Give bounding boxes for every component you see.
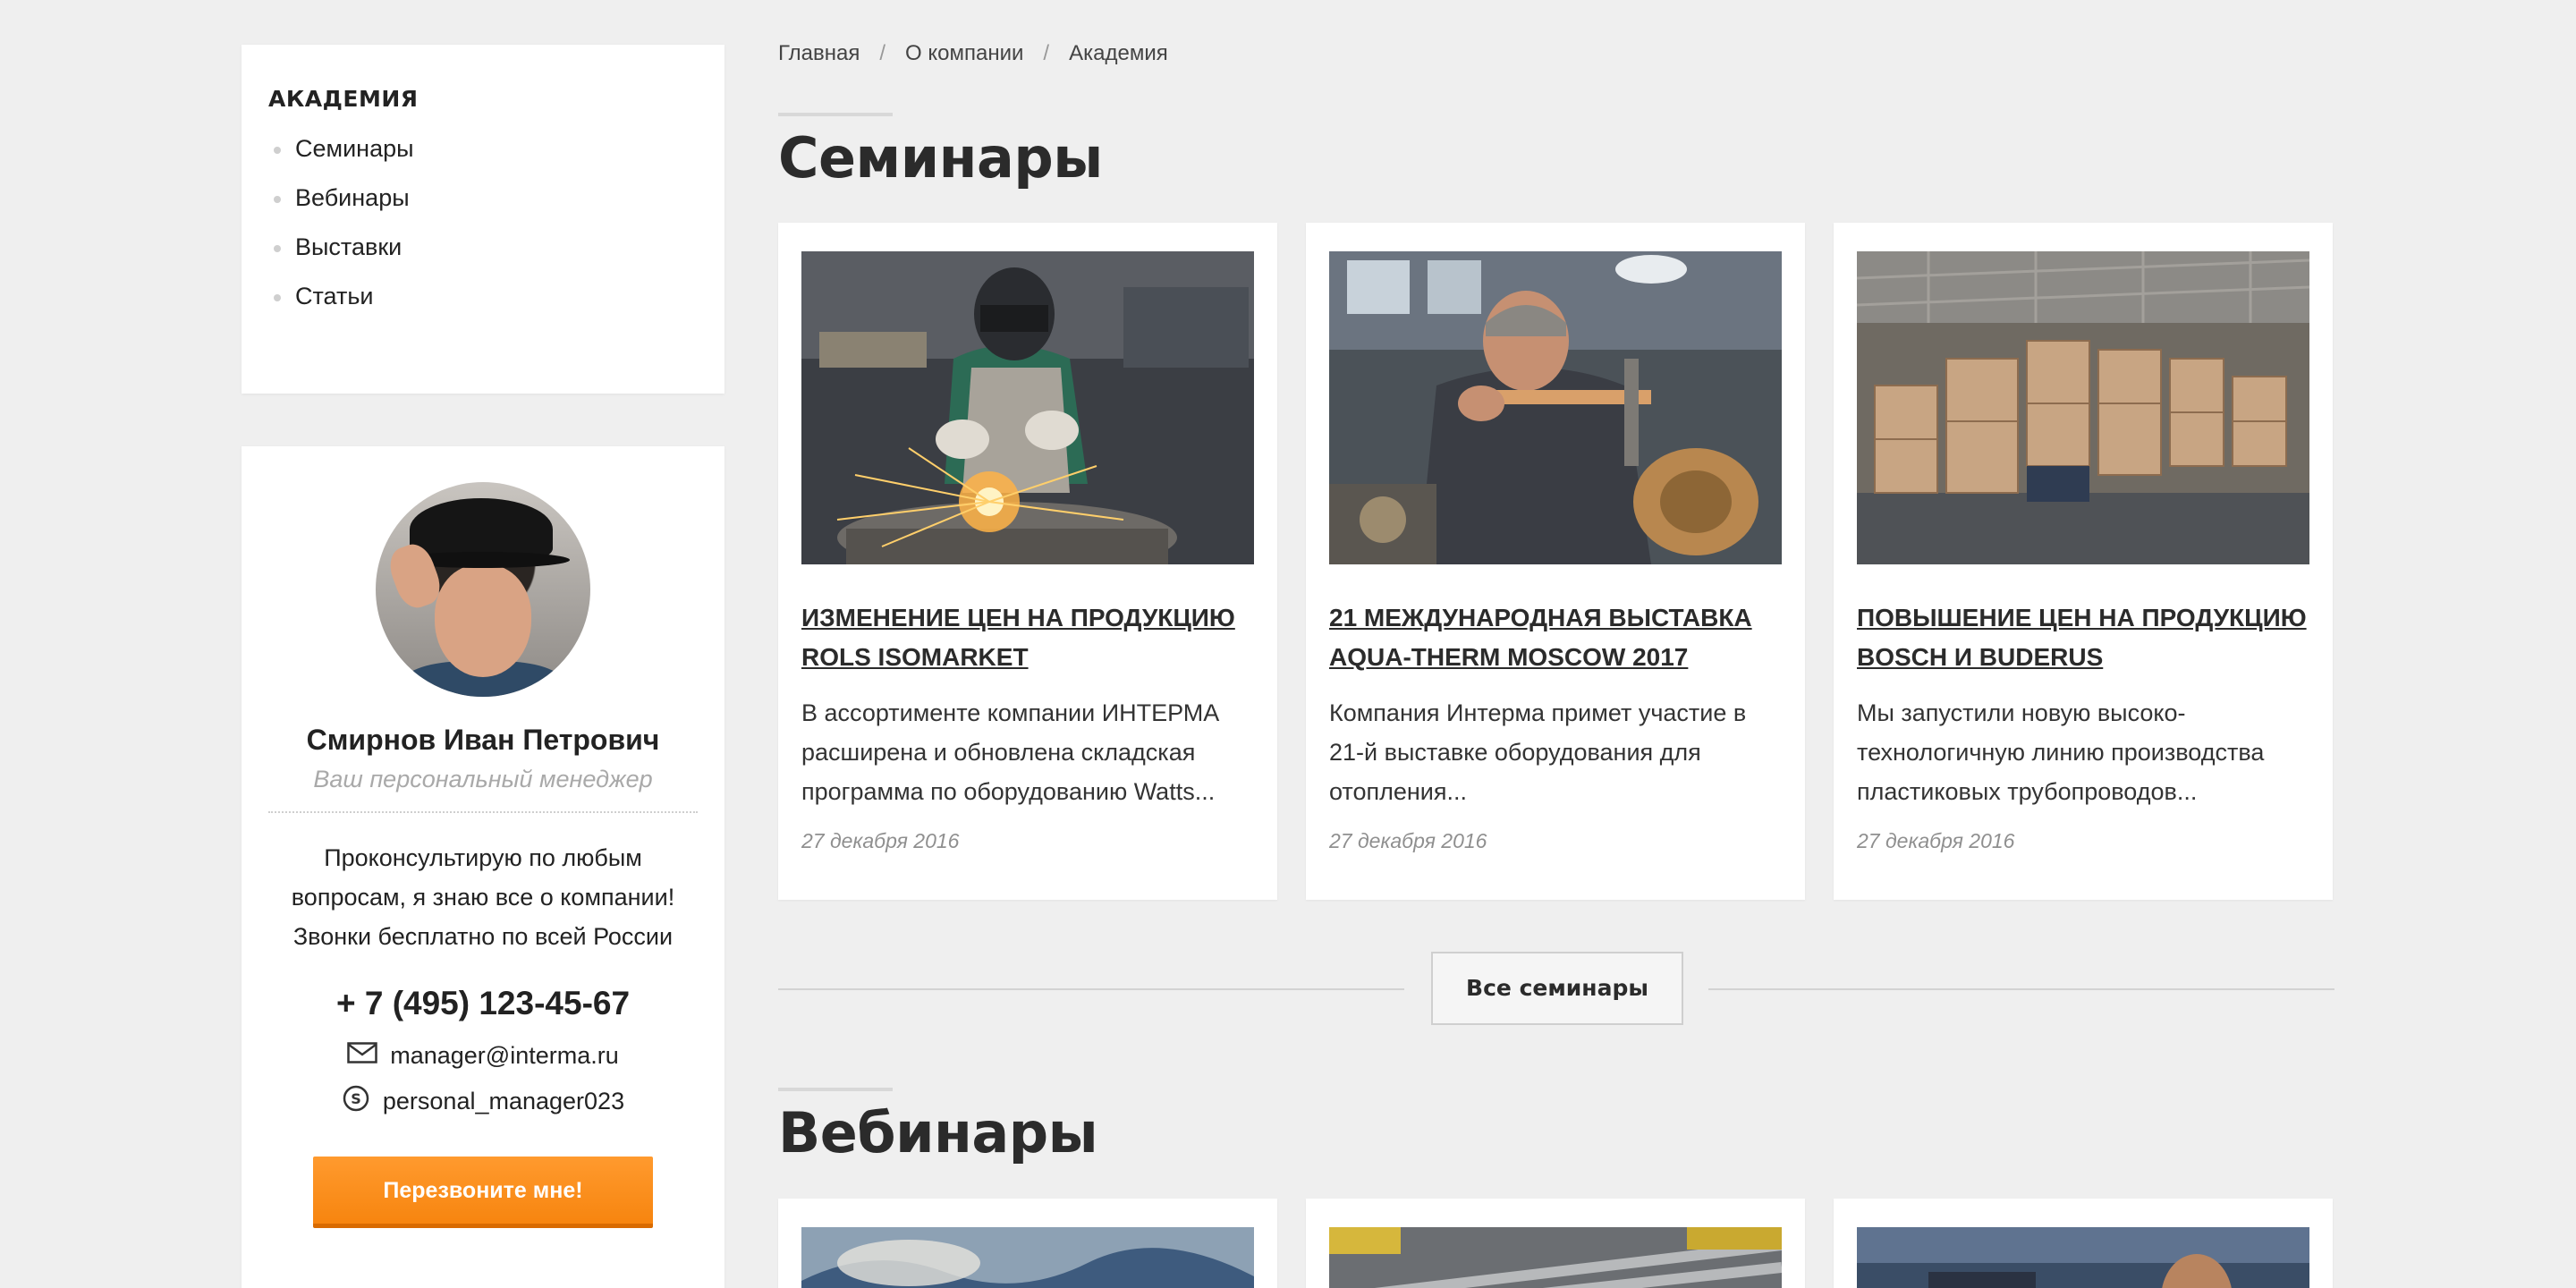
all-seminars-row: Все семинары — [778, 952, 2334, 1025]
divider — [1708, 988, 2334, 990]
webinar-card[interactable] — [1834, 1199, 2333, 1288]
webinar-card[interactable] — [1306, 1199, 1805, 1288]
seminars-cards: ИЗМЕНЕНИЕ ЦЕН НА ПРОДУКЦИЮ ROLS ISOMARKE… — [778, 223, 2333, 900]
lathe-worker-photo[interactable] — [1329, 251, 1782, 564]
svg-text:S: S — [351, 1090, 361, 1107]
sidebar-list: Семинары Вебинары Выставки Статьи — [268, 135, 698, 310]
skype-icon: S — [342, 1084, 370, 1119]
sidebar-item-exhibitions[interactable]: Выставки — [268, 233, 698, 261]
webinar-photo[interactable] — [1857, 1227, 2309, 1288]
manager-skype[interactable]: personal_manager023 — [383, 1088, 624, 1115]
manager-skype-row: S personal_manager023 — [268, 1084, 698, 1119]
sidebar-item-webinars[interactable]: Вебинары — [268, 184, 698, 212]
webinar-photo[interactable] — [801, 1227, 1254, 1288]
breadcrumb-separator: / — [1043, 41, 1050, 65]
seminar-card[interactable]: ПОВЫШЕНИЕ ЦЕН НА ПРОДУКЦИЮ BOSCH И BUDER… — [1834, 223, 2333, 900]
divider — [268, 811, 698, 813]
breadcrumb-about[interactable]: О компании — [905, 41, 1023, 66]
breadcrumb-home[interactable]: Главная — [778, 41, 860, 66]
welder-sparks-photo[interactable] — [801, 251, 1254, 564]
webinars-title: Вебинары — [778, 1088, 1098, 1165]
seminar-description: В ассортименте компании ИНТЕРМА расширен… — [801, 699, 1220, 805]
seminar-date: 27 декабря 2016 — [1857, 829, 2015, 852]
seminar-title[interactable]: 21 МЕЖДУНАРОДНАЯ ВЫСТАВКА AQUA-THERM MOS… — [1329, 598, 1782, 677]
seminar-date: 27 декабря 2016 — [1329, 829, 1487, 852]
seminar-title[interactable]: ИЗМЕНЕНИЕ ЦЕН НА ПРОДУКЦИЮ ROLS ISOMARKE… — [801, 598, 1254, 677]
manager-email[interactable]: manager@interma.ru — [390, 1042, 619, 1070]
divider — [778, 988, 1404, 990]
seminar-card[interactable]: 21 МЕЖДУНАРОДНАЯ ВЫСТАВКА AQUA-THERM MOS… — [1306, 223, 1805, 900]
breadcrumb: Главная / О компании / Академия — [778, 41, 1168, 66]
sidebar-item-articles[interactable]: Статьи — [268, 283, 698, 310]
seminars-title: Семинары — [778, 113, 1103, 191]
webinar-card[interactable] — [778, 1199, 1277, 1288]
webinars-cards — [778, 1199, 2333, 1288]
breadcrumb-separator: / — [879, 41, 886, 65]
seminar-date: 27 декабря 2016 — [801, 829, 960, 852]
manager-name: Смирнов Иван Петрович — [306, 724, 660, 756]
callback-button[interactable]: Перезвоните мне! — [313, 1157, 653, 1228]
sidebar-title: АКАДЕМИЯ — [268, 86, 419, 112]
manager-description: Проконсультирую по любым вопросам, я зна… — [291, 844, 675, 950]
all-seminars-button[interactable]: Все семинары — [1431, 952, 1683, 1025]
webinar-photo[interactable] — [1329, 1227, 1782, 1288]
manager-phone[interactable]: + 7 (495) 123-45-67 — [268, 985, 698, 1022]
sidebar-menu: АКАДЕМИЯ Семинары Вебинары Выставки Стат… — [242, 45, 724, 394]
sidebar-item-seminars[interactable]: Семинары — [268, 135, 698, 163]
avatar — [376, 482, 590, 697]
breadcrumb-current: Академия — [1069, 41, 1168, 65]
seminar-title[interactable]: ПОВЫШЕНИЕ ЦЕН НА ПРОДУКЦИЮ BOSCH И BUDER… — [1857, 598, 2309, 677]
manager-email-row: manager@interma.ru — [268, 1042, 698, 1070]
manager-role: Ваш персональный менеджер — [313, 766, 653, 792]
mail-icon — [347, 1042, 377, 1070]
warehouse-boxes-photo[interactable] — [1857, 251, 2309, 564]
seminar-description: Компания Интерма примет участие в 21-й в… — [1329, 699, 1747, 805]
seminar-description: Мы запустили новую высоко-технологичную … — [1857, 699, 2265, 805]
seminar-card[interactable]: ИЗМЕНЕНИЕ ЦЕН НА ПРОДУКЦИЮ ROLS ISOMARKE… — [778, 223, 1277, 900]
manager-card: Смирнов Иван Петрович Ваш персональный м… — [242, 446, 724, 1288]
